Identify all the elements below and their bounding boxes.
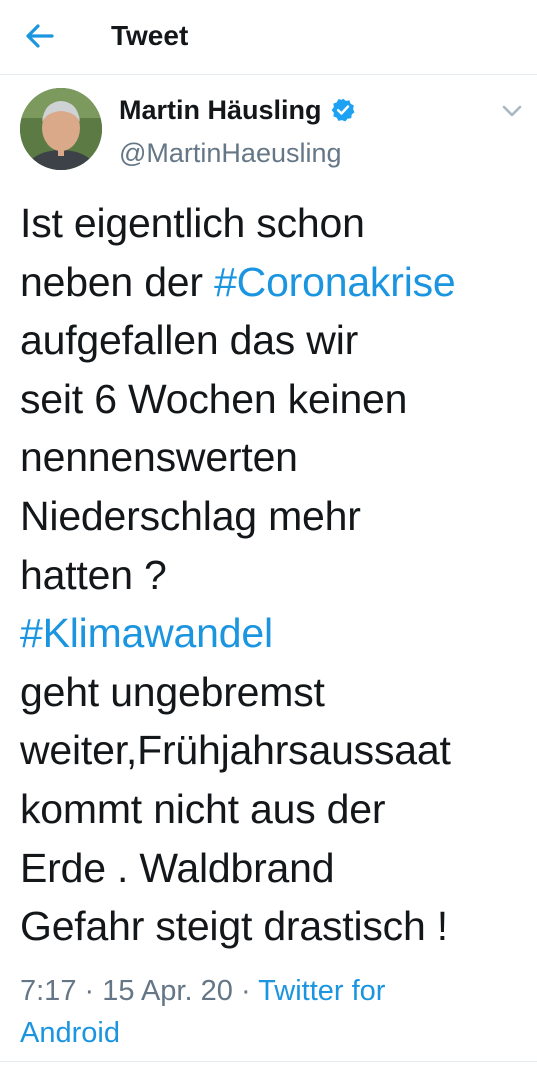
tweet-text-fragment: neben der — [20, 258, 215, 305]
tweet-line: Erde . Waldbrand — [20, 839, 530, 898]
tweet-date: 15 Apr. 20 — [102, 975, 233, 1007]
tweet-text-fragment: nennenswerten — [20, 434, 298, 481]
tweet-line: seit 6 Wochen keinen — [20, 370, 530, 429]
tweet-time: 7:17 — [20, 975, 77, 1007]
tweet-line: Gefahr steigt drastisch ! — [20, 897, 530, 956]
tweet-line: aufgefallen das wir — [20, 311, 530, 370]
tweet-line: Niederschlag mehr — [20, 487, 530, 546]
tweet-text-fragment: weiter,Frühjahrsaussaat — [20, 727, 451, 774]
meta-separator: · — [84, 975, 95, 1007]
hashtag-link[interactable]: #Coronakrise — [214, 259, 456, 305]
author-handle[interactable]: @MartinHaeusling — [119, 136, 342, 170]
tweet-line: neben der #Coronakrise — [20, 253, 530, 312]
tweet-line: nennenswerten — [20, 428, 530, 487]
tweet-text-fragment: Ist eigentlich schon — [20, 200, 365, 246]
tweet-text-fragment: aufgefallen das wir — [20, 317, 359, 364]
more-options-button[interactable] — [495, 96, 529, 126]
divider — [0, 1061, 537, 1062]
tweet-text-fragment: seit 6 Wochen keinen — [20, 375, 408, 422]
tweet-text-fragment: Erde . Waldbrand — [20, 844, 335, 891]
top-bar: Tweet — [0, 0, 537, 75]
tweet-text-fragment: Gefahr steigt drastisch ! — [20, 903, 448, 950]
hashtag-link[interactable]: #Klimawandel — [20, 610, 273, 656]
avatar-photo — [20, 88, 102, 170]
tweet-text-fragment: Niederschlag mehr — [20, 492, 361, 539]
tweet-line: Ist eigentlich schon — [20, 194, 530, 253]
back-button[interactable] — [18, 16, 62, 56]
tweet-line: kommt nicht aus der — [20, 780, 530, 839]
verified-badge-icon — [331, 98, 354, 122]
tweet-text: Ist eigentlich schon neben der #Coronakri… — [20, 194, 530, 956]
back-arrow-icon — [26, 24, 54, 48]
chevron-down-icon — [502, 105, 522, 117]
tweet-line: geht ungebremst — [20, 663, 530, 722]
tweet-meta: 7:17 · 15 Apr. 20 · Twitter for Android — [20, 970, 525, 1054]
tweet-text-fragment: geht ungebremst — [20, 668, 325, 715]
tweet-line: hatten ? — [20, 546, 530, 605]
tweet-line: weiter,Frühjahrsaussaat — [20, 721, 530, 780]
tweet-source-part1[interactable]: Twitter for — [258, 975, 385, 1007]
tweet-text-fragment: kommt nicht aus der — [20, 785, 386, 832]
tweet-line: #Klimawandel — [20, 604, 530, 663]
meta-separator: · — [240, 975, 251, 1007]
author-name[interactable]: Martin Häusling — [119, 92, 322, 128]
tweet-source-part2[interactable]: Android — [20, 1017, 120, 1049]
page-title: Tweet — [111, 20, 189, 51]
avatar[interactable] — [20, 88, 102, 170]
tweet-text-fragment: hatten ? — [20, 551, 167, 598]
author-name-row[interactable]: Martin Häusling — [119, 92, 356, 128]
